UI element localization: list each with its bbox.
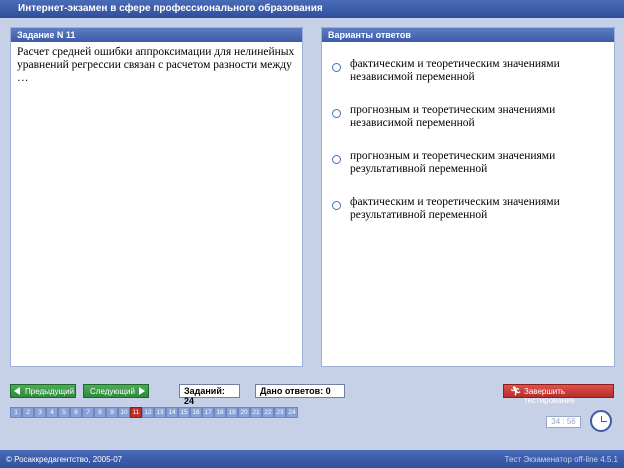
- radio-button[interactable]: [332, 63, 341, 72]
- page-number-button[interactable]: 6: [70, 407, 82, 418]
- page-number-button[interactable]: 2: [22, 407, 34, 418]
- page-number-button[interactable]: 15: [178, 407, 190, 418]
- finish-test-label: Завершить тестирование: [524, 387, 575, 405]
- next-button-label: Следующий: [90, 387, 135, 396]
- copyright-text: © Росаккредагентство, 2005-07: [6, 455, 123, 464]
- page-number-button[interactable]: 20: [238, 407, 250, 418]
- answer-option[interactable]: прогнозным и теоретическим значениями ре…: [332, 150, 602, 178]
- page-number-button[interactable]: 24: [286, 407, 298, 418]
- page-number-button[interactable]: 12: [142, 407, 154, 418]
- page-number-button[interactable]: 18: [214, 407, 226, 418]
- version-text: Тест Экзаменатор off-line 4.5.1: [504, 455, 618, 464]
- page-number-button[interactable]: 3: [34, 407, 46, 418]
- radio-button[interactable]: [332, 155, 341, 164]
- window-title-bar: Интернет-экзамен в сфере профессионально…: [0, 0, 624, 18]
- question-text: Расчет средней ошибки аппроксимации для …: [17, 46, 295, 84]
- page-number-button[interactable]: 5: [58, 407, 70, 418]
- page-number-button[interactable]: 10: [118, 407, 130, 418]
- page-number-button[interactable]: 7: [82, 407, 94, 418]
- arrow-left-icon: [14, 387, 20, 395]
- answer-option-text: прогнозным и теоретическим значениями ре…: [350, 150, 556, 175]
- page-number-button[interactable]: 17: [202, 407, 214, 418]
- page-number-button[interactable]: 22: [262, 407, 274, 418]
- answer-option-text: прогнозным и теоретическим значениями не…: [350, 104, 556, 129]
- timer-display: 34 : 56: [546, 416, 581, 428]
- tasks-counter: Заданий: 24: [179, 384, 240, 406]
- answer-option[interactable]: фактическим и теоретическим значениями н…: [332, 58, 602, 86]
- page-number-button[interactable]: 4: [46, 407, 58, 418]
- page-number-button[interactable]: 19: [226, 407, 238, 418]
- page-number-button[interactable]: 23: [274, 407, 286, 418]
- answer-option[interactable]: прогнозным и теоретическим значениями не…: [332, 104, 602, 132]
- page-number-button[interactable]: 13: [154, 407, 166, 418]
- status-bar: © Росаккредагентство, 2005-07 Тест Экзам…: [0, 450, 624, 468]
- next-button[interactable]: Следующий: [83, 384, 149, 398]
- page-number-button[interactable]: 9: [106, 407, 118, 418]
- answer-option[interactable]: фактическим и теоретическим значениями р…: [332, 196, 602, 224]
- radio-button[interactable]: [332, 201, 341, 210]
- answered-counter: Дано ответов: 0: [255, 384, 345, 398]
- question-heading: Задание N 11: [11, 28, 302, 42]
- page-number-button[interactable]: 14: [166, 407, 178, 418]
- page-number-button[interactable]: 16: [190, 407, 202, 418]
- question-pager: 1 2 3 4 5 6 7 8 9 10 11 12 13 14 15 16 17 18 19 20 21 22 23 24: [10, 407, 298, 418]
- previous-button[interactable]: Предыдущий: [10, 384, 76, 398]
- page-number-button[interactable]: 1: [10, 407, 22, 418]
- answers-heading: Варианты ответов: [322, 28, 614, 42]
- answer-option-text: фактическим и теоретическим значениями н…: [350, 58, 560, 83]
- runner-icon: 🏃︎: [510, 386, 522, 396]
- arrow-right-icon: [139, 387, 145, 395]
- page-number-button[interactable]: 8: [94, 407, 106, 418]
- previous-button-label: Предыдущий: [25, 387, 75, 396]
- page-number-button[interactable]: 21: [250, 407, 262, 418]
- question-panel: Задание N 11 Расчет средней ошибки аппро…: [10, 27, 303, 367]
- page-number-button[interactable]: 11: [130, 407, 142, 418]
- radio-button[interactable]: [332, 109, 341, 118]
- clock-icon: [590, 410, 612, 432]
- app-title: Интернет-экзамен в сфере профессионально…: [18, 3, 323, 14]
- finish-test-button[interactable]: 🏃︎ Завершить тестирование: [503, 384, 614, 405]
- answer-option-text: фактическим и теоретическим значениями р…: [350, 196, 560, 221]
- answers-panel: Варианты ответов фактическим и теоретиче…: [321, 27, 615, 367]
